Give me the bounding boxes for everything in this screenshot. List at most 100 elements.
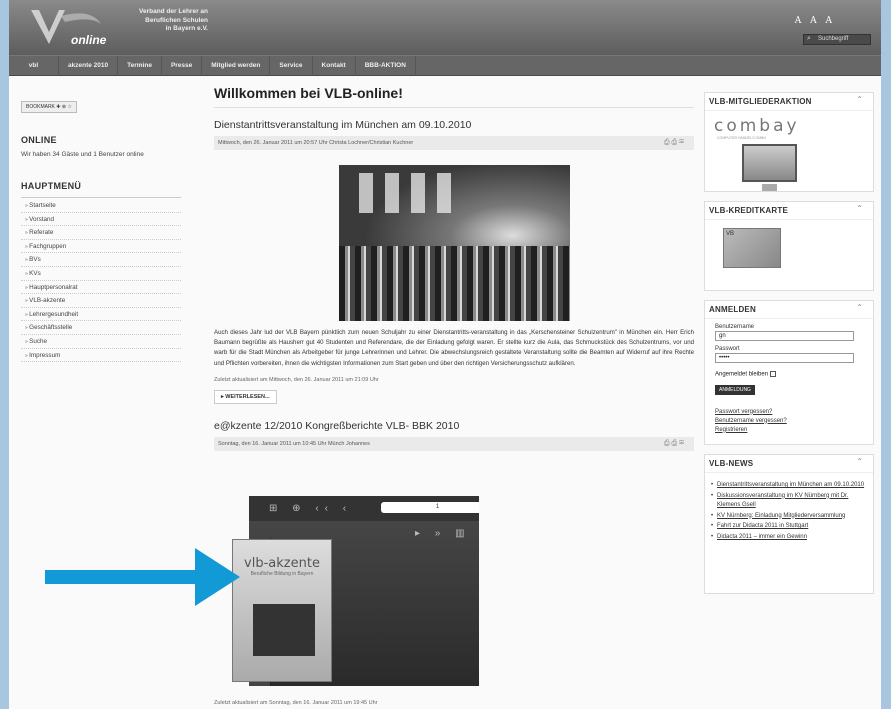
remember-me: Angemeldet bleiben xyxy=(715,371,873,378)
photo-window xyxy=(436,173,451,213)
org-line-2: Beruflichen Schulen xyxy=(145,16,208,24)
computer-image[interactable] xyxy=(742,144,797,191)
nav-item-kontakt[interactable]: Kontakt xyxy=(313,56,356,76)
menu-item-vlb-akzente[interactable]: VLB-akzente xyxy=(21,294,181,308)
main-menu: Startseite Vorstand Referate Fachgruppen… xyxy=(21,199,181,363)
news-item[interactable]: KV Nürnberg: Einladung Mitgliederversamm… xyxy=(711,512,873,522)
article-2-title[interactable]: e@kzente 12/2010 Kongreßberichte VLB- BB… xyxy=(214,420,694,432)
email-icon[interactable]: ✉ xyxy=(679,139,686,146)
left-sidebar: BOOKMARK ✚ ⊕ ☆ ONLINE Wir haben 34 Gäste… xyxy=(21,95,181,363)
magazine-cover[interactable]: vlb-akzente Berufliche Bildung in Bayern xyxy=(232,539,332,682)
org-name: Verband der Lehrer an Beruflichen Schule… xyxy=(113,8,208,34)
news-heading: VLB-NEWS xyxy=(705,455,873,473)
member-campaign-box: VLB-MITGLIEDERAKTION ⌃ combay COMPUTER H… xyxy=(704,92,874,192)
combay-logo[interactable]: combay xyxy=(705,116,873,136)
read-more-button[interactable]: ▸ WEITERLESEN... xyxy=(214,389,277,404)
login-button[interactable]: ANMELDUNG xyxy=(715,384,755,395)
nav-item-termine[interactable]: Termine xyxy=(118,56,162,76)
right-sidebar: VLB-MITGLIEDERAKTION ⌃ combay COMPUTER H… xyxy=(704,92,874,603)
print-icon[interactable]: ⎙ xyxy=(672,139,680,146)
menu-item-vorstand[interactable]: Vorstand xyxy=(21,213,181,227)
menu-item-geschaeftsstelle[interactable]: Geschäftsstelle xyxy=(21,321,181,335)
credit-card-heading: VLB-KREDITKARTE xyxy=(705,202,873,220)
menu-item-hauptpersonalrat[interactable]: Hauptpersonalrat xyxy=(21,281,181,295)
font-size-switcher[interactable]: A A A xyxy=(795,16,835,26)
article-meta: Mittwoch, den 26. Januar 2011 um 20:57 U… xyxy=(214,136,694,150)
menu-item-startseite[interactable]: Startseite xyxy=(21,199,181,213)
forgot-username-link[interactable]: Benutzername vergessen? xyxy=(715,418,873,424)
menu-item-fachgruppen[interactable]: Fachgruppen xyxy=(21,240,181,254)
online-heading: ONLINE xyxy=(21,135,57,145)
main-nav: vbl akzente 2010 Termine Presse Mitglied… xyxy=(9,55,881,76)
remember-checkbox[interactable] xyxy=(770,371,777,377)
credit-card-box: VLB-KREDITKARTE ⌃ VB xyxy=(704,201,874,291)
nav-item-presse[interactable]: Presse xyxy=(162,56,203,76)
nav-item-bbb-aktion[interactable]: BBB-AKTION xyxy=(356,56,416,76)
password-field[interactable]: ••••• xyxy=(715,353,854,363)
menu-item-bvs[interactable]: BVs xyxy=(21,253,181,267)
news-item[interactable]: Dienstantrittsveranstaltung im München a… xyxy=(711,481,873,491)
nav-item-mitglied[interactable]: Mitglied werden xyxy=(202,56,271,76)
news-box: VLB-NEWS ⌃ Dienstantrittsveranstaltung i… xyxy=(704,454,874,594)
nav-item-akzente[interactable]: akzente 2010 xyxy=(59,56,119,76)
online-count-text: Wir haben 34 Gäste und 1 Benutzer online xyxy=(21,151,144,158)
read-more-label: WEITERLESEN... xyxy=(225,393,270,400)
email-icon[interactable]: ✉ xyxy=(679,440,686,447)
pdf-icon[interactable]: ⎙ xyxy=(664,139,672,146)
vlb-logo[interactable]: online xyxy=(21,6,121,50)
print-icon[interactable]: ⎙ xyxy=(672,440,680,447)
article-updated: Zuletzt aktualisiert am Mittwoch, den 26… xyxy=(214,376,379,383)
username-field[interactable]: gn xyxy=(715,331,854,341)
news-item[interactable]: Diskussionsveranstaltung im KV Nürnberg … xyxy=(711,492,873,511)
menu-item-referate[interactable]: Referate xyxy=(21,226,181,240)
remember-label: Angemeldet bleiben xyxy=(715,371,769,378)
bookmark-button[interactable]: BOOKMARK ✚ ⊕ ☆ xyxy=(21,101,77,113)
photo-audience xyxy=(338,246,570,321)
viewer-page-input[interactable]: 1 xyxy=(381,502,479,513)
article-body: Auch dieses Jahr lud der VLB Bayern pünk… xyxy=(214,329,694,367)
magazine-photo xyxy=(253,604,315,656)
combay-subtitle: COMPUTER HANDELS GMBH xyxy=(717,136,767,140)
login-heading: ANMELDEN xyxy=(705,301,873,319)
pdf-icon[interactable]: ⎙ xyxy=(664,440,672,447)
login-links: Passwort vergessen? Benutzername vergess… xyxy=(715,409,873,433)
collapse-icon[interactable]: ⌃ xyxy=(856,457,863,466)
article-photo xyxy=(338,165,570,321)
photo-window xyxy=(384,173,399,213)
article-title[interactable]: Dienstantrittsveranstaltung im München a… xyxy=(214,119,694,131)
search-input[interactable]: ⌕ Suchbegriff xyxy=(803,34,871,45)
menu-item-kvs[interactable]: KVs xyxy=(21,267,181,281)
bookmark-label: BOOKMARK xyxy=(26,104,55,110)
news-list: Dienstantrittsveranstaltung im München a… xyxy=(711,481,873,542)
register-link[interactable]: Registrieren xyxy=(715,427,873,433)
collapse-icon[interactable]: ⌃ xyxy=(856,95,863,104)
nav-item-vbl[interactable]: vbl xyxy=(9,56,59,76)
password-label: Passwort xyxy=(715,346,740,352)
credit-card-image[interactable]: VB xyxy=(723,228,781,268)
news-item[interactable]: Didacta 2011 – immer ein Gewinn xyxy=(711,533,873,543)
page-title: Willkommen bei VLB-online! xyxy=(214,85,694,108)
main-menu-heading: HAUPTMENÜ xyxy=(21,181,181,198)
article-meta-text: Mittwoch, den 26. Januar 2011 um 20:57 U… xyxy=(218,140,414,146)
menu-item-impressum[interactable]: Impressum xyxy=(21,349,181,363)
collapse-icon[interactable]: ⌃ xyxy=(856,303,863,312)
forgot-password-link[interactable]: Passwort vergessen? xyxy=(715,409,873,415)
article-2-updated: Zuletzt aktualisiert am Sonntag, den 16.… xyxy=(214,700,378,706)
collapse-icon[interactable]: ⌃ xyxy=(856,204,863,213)
menu-item-lehrergesundheit[interactable]: Lehrergesundheit xyxy=(21,308,181,322)
member-campaign-heading: VLB-MITGLIEDERAKTION xyxy=(705,93,873,111)
search-icon: ⌕ xyxy=(807,35,811,42)
menu-item-suche[interactable]: Suche xyxy=(21,335,181,349)
logo-text: online xyxy=(71,33,107,47)
photo-window xyxy=(410,173,425,213)
photo-window xyxy=(358,173,373,213)
article-tools: ⎙⎙✉ xyxy=(664,136,686,150)
search-placeholder: Suchbegriff xyxy=(818,36,849,42)
org-line-1: Verband der Lehrer an xyxy=(139,8,208,15)
article-2-meta-text: Sonntag, den 16. Januar 2011 um 10:45 Uh… xyxy=(218,440,370,447)
login-box: ANMELDEN ⌃ Benutzername gn Passwort ••••… xyxy=(704,300,874,445)
article-2-tools: ⎙⎙✉ xyxy=(664,437,686,451)
nav-item-service[interactable]: Service xyxy=(270,56,313,76)
news-item[interactable]: Fahrt zur Didacta 2011 in Stuttgart xyxy=(711,522,873,532)
username-label: Benutzername xyxy=(715,324,755,330)
